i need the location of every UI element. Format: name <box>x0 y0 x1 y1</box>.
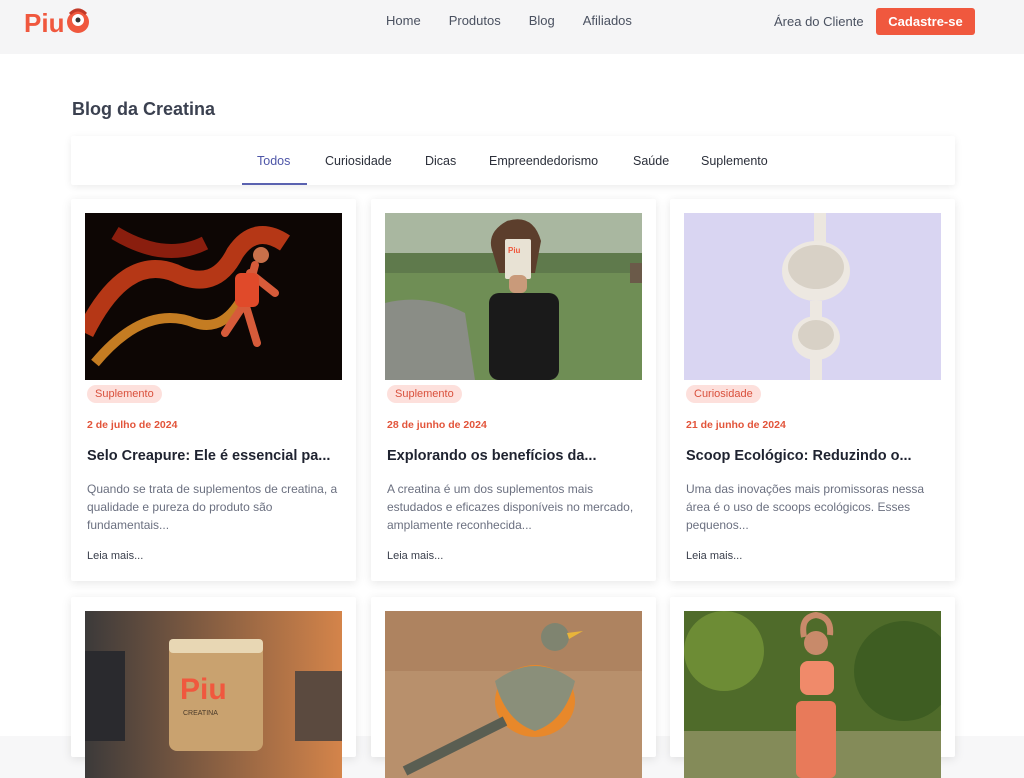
post-date: 28 de junho de 2024 <box>387 419 487 431</box>
blog-card[interactable] <box>670 597 955 778</box>
read-more-link[interactable]: Leia mais... <box>387 550 443 562</box>
tab-saude[interactable]: Saúde <box>633 154 669 168</box>
tab-todos[interactable]: Todos <box>257 154 290 168</box>
post-thumbnail[interactable] <box>85 213 342 380</box>
post-thumbnail[interactable] <box>684 611 941 778</box>
post-title[interactable]: Selo Creapure: Ele é essencial pa... <box>87 448 345 464</box>
post-excerpt: A creatina é um dos suplementos mais est… <box>387 482 634 532</box>
jar-label: Piu <box>180 673 227 706</box>
nav-blog[interactable]: Blog <box>529 14 555 28</box>
read-more-link[interactable]: Leia mais... <box>87 550 143 562</box>
post-title[interactable]: Explorando os benefícios da... <box>387 448 645 464</box>
nav-afiliados[interactable]: Afiliados <box>583 14 632 28</box>
svg-text:Piu: Piu <box>24 8 64 38</box>
category-badge[interactable]: Suplemento <box>87 385 162 403</box>
svg-text:Piu: Piu <box>508 246 521 255</box>
main-nav: Home Produtos Blog Afiliados <box>386 14 660 28</box>
blog-card[interactable]: Piu Suplemento 28 de junho de 2024 Explo… <box>371 199 656 581</box>
category-badge[interactable]: Suplemento <box>387 385 462 403</box>
client-area-link[interactable]: Área do Cliente <box>774 14 864 29</box>
category-tabs: Todos Curiosidade Dicas Empreendedorismo… <box>71 136 955 185</box>
nav-produtos[interactable]: Produtos <box>449 14 501 28</box>
main-content: Blog da Creatina Todos Curiosidade Dicas… <box>0 54 1024 778</box>
jar-sublabel: CREATINA <box>183 710 218 717</box>
category-badge[interactable]: Curiosidade <box>686 385 761 403</box>
post-excerpt: Quando se trata de suplementos de creati… <box>87 482 338 532</box>
tab-suplemento[interactable]: Suplemento <box>701 154 768 168</box>
post-thumbnail[interactable] <box>385 611 642 778</box>
signup-button[interactable]: Cadastre-se <box>876 8 975 35</box>
blog-card[interactable] <box>371 597 656 778</box>
post-thumbnail[interactable]: Piu <box>385 213 642 380</box>
tab-dicas[interactable]: Dicas <box>425 154 456 168</box>
post-excerpt: Uma das inovações mais promissoras nessa… <box>686 482 925 532</box>
page-title: Blog da Creatina <box>72 99 216 119</box>
post-thumbnail[interactable] <box>684 213 941 380</box>
blog-card[interactable]: Piu CREATINA <box>71 597 356 778</box>
blog-card[interactable]: Suplemento 2 de julho de 2024 Selo Creap… <box>71 199 356 581</box>
post-thumbnail[interactable]: Piu CREATINA <box>85 611 342 778</box>
read-more-link[interactable]: Leia mais... <box>686 550 742 562</box>
post-date: 21 de junho de 2024 <box>686 419 786 431</box>
tab-empreendedorismo[interactable]: Empreendedorismo <box>489 154 598 168</box>
post-title[interactable]: Scoop Ecológico: Reduzindo o... <box>686 448 944 464</box>
tab-curiosidade[interactable]: Curiosidade <box>325 154 392 168</box>
blog-card[interactable]: Curiosidade 21 de junho de 2024 Scoop Ec… <box>670 199 955 581</box>
nav-home[interactable]: Home <box>386 14 421 28</box>
piu-logo-icon[interactable]: Piu <box>22 4 94 40</box>
post-date: 2 de julho de 2024 <box>87 419 178 431</box>
site-header: Piu Home Produtos Blog Afiliados Área do… <box>0 0 1024 54</box>
active-tab-indicator <box>242 183 307 185</box>
